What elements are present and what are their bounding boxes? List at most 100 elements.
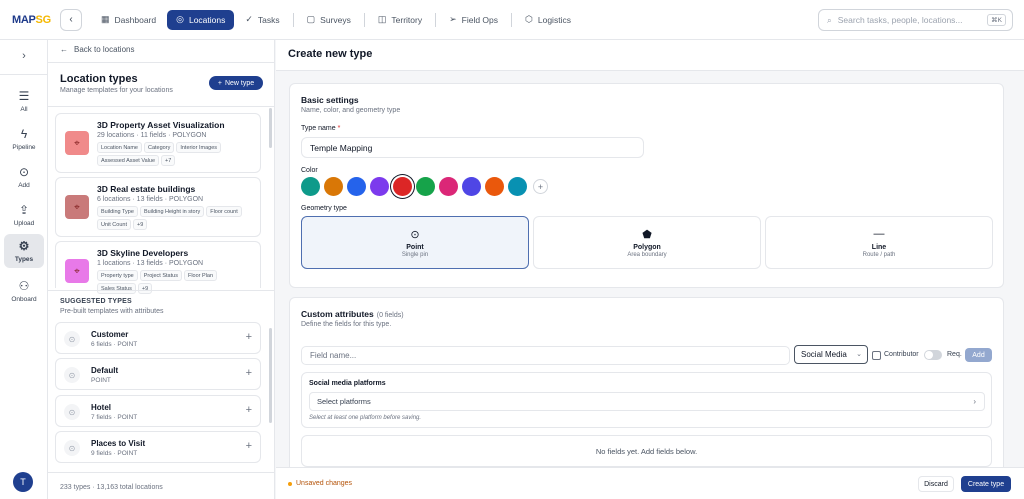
new-type-button[interactable]: + New type bbox=[209, 76, 263, 90]
suggested-types-heading: SUGGESTED TYPES bbox=[60, 298, 132, 305]
app-logo[interactable]: MAPSG bbox=[12, 14, 51, 26]
suggested-type-item[interactable]: ⊙ Default POINT + bbox=[55, 358, 261, 390]
contributor-checkbox[interactable] bbox=[872, 351, 881, 360]
location-pin-icon: ⊙ bbox=[64, 404, 80, 420]
suggested-type-item[interactable]: ⊙ Hotel 7 fields · POINT + bbox=[55, 395, 261, 427]
suggested-type-meta: 9 fields · POINT bbox=[91, 450, 138, 457]
field-type-select[interactable]: Social Media ⌄ bbox=[794, 345, 868, 364]
plus-icon: + bbox=[537, 181, 544, 192]
expand-rail-button[interactable]: › bbox=[12, 50, 36, 66]
add-suggested-type-button[interactable]: + bbox=[246, 440, 252, 452]
attribute-tag: Floor Plan bbox=[183, 270, 218, 281]
suggested-type-item[interactable]: ⊙ Customer 6 fields · POINT + bbox=[55, 322, 261, 354]
section-subtitle: Define the fields for this type. bbox=[301, 321, 392, 328]
map-icon: ◫ bbox=[377, 14, 387, 24]
color-swatch[interactable] bbox=[462, 177, 481, 196]
user-avatar[interactable]: T bbox=[13, 472, 33, 492]
divider bbox=[48, 472, 275, 473]
type-name-input[interactable]: Temple Mapping bbox=[301, 137, 644, 158]
geometry-option-line[interactable]: — Line Route / path bbox=[765, 216, 993, 269]
type-card[interactable]: ⌖ 3D Real estate buildings 6 locations ·… bbox=[55, 177, 261, 237]
pin-icon: ⊙ bbox=[18, 165, 30, 179]
send-icon: ➢ bbox=[449, 14, 457, 24]
add-color-button[interactable]: + bbox=[533, 179, 548, 194]
add-suggested-type-button[interactable]: + bbox=[246, 404, 252, 416]
geometry-option-point[interactable]: ⊙ Point Single pin bbox=[301, 216, 529, 269]
attribute-tag: Building Type bbox=[97, 206, 138, 217]
nav-surveys[interactable]: ▢ Surveys bbox=[298, 10, 360, 30]
rail-item-types[interactable]: ⚙ Types bbox=[4, 234, 44, 268]
rail-item-upload[interactable]: ⇪ Upload bbox=[4, 198, 44, 232]
type-thumbnail: ⌖ bbox=[65, 259, 89, 283]
social-media-platforms-box: Social media platforms Select platforms ›… bbox=[301, 372, 992, 428]
users-icon: ⚇ bbox=[18, 279, 30, 293]
location-pin-icon: ⊙ bbox=[64, 331, 80, 347]
geometry-option-polygon[interactable]: ⬟ Polygon Area boundary bbox=[533, 216, 761, 269]
location-pin-icon: ⊙ bbox=[410, 228, 420, 241]
plus-icon: + bbox=[245, 440, 252, 452]
main-header: Create new type bbox=[276, 40, 1024, 71]
color-swatch[interactable] bbox=[508, 177, 527, 196]
type-card[interactable]: ⌖ 3D Skyline Developers 1 locations · 13… bbox=[55, 241, 261, 294]
platforms-title: Social media platforms bbox=[309, 380, 386, 387]
attribute-tag: Building Height in story bbox=[139, 206, 205, 217]
color-swatch[interactable] bbox=[439, 177, 458, 196]
back-to-locations-link[interactable]: ← Back to locations bbox=[60, 45, 134, 54]
divider bbox=[48, 62, 275, 63]
add-suggested-type-button[interactable]: + bbox=[246, 331, 252, 343]
rail-item-pipeline[interactable]: ϟ Pipeline bbox=[4, 122, 44, 156]
lightning-icon: ϟ bbox=[20, 127, 28, 141]
color-label: Color bbox=[301, 167, 318, 174]
check-icon: ✓ bbox=[245, 14, 253, 24]
color-picker: + bbox=[301, 177, 548, 196]
nav-field-ops[interactable]: ➢ Field Ops bbox=[440, 10, 507, 30]
color-swatch[interactable] bbox=[301, 177, 320, 196]
type-tags: Building Type Building Height in story F… bbox=[97, 206, 257, 230]
type-name: 3D Property Asset Visualization bbox=[97, 120, 225, 130]
map-pin-icon: ⌖ bbox=[74, 265, 80, 277]
more-tags-badge: +9 bbox=[133, 219, 148, 230]
create-type-button[interactable]: Create type bbox=[961, 476, 1011, 492]
color-swatch[interactable] bbox=[416, 177, 435, 196]
form-footer: Unsaved changes Discard Create type bbox=[276, 467, 1024, 499]
suggested-scrollbar[interactable] bbox=[269, 328, 272, 423]
discard-button[interactable]: Discard bbox=[918, 476, 954, 492]
suggested-type-item[interactable]: ⊙ Places to Visit 9 fields · POINT + bbox=[55, 431, 261, 463]
status-dot bbox=[288, 481, 292, 486]
attribute-tag: Location Name bbox=[97, 142, 142, 153]
rail-item-add[interactable]: ⊙ Add bbox=[4, 160, 44, 194]
type-card[interactable]: ⌖ 3D Property Asset Visualization 29 loc… bbox=[55, 113, 261, 173]
color-swatch[interactable] bbox=[347, 177, 366, 196]
nav-dashboard[interactable]: ▦ Dashboard bbox=[92, 10, 165, 30]
nav-tasks[interactable]: ✓ Tasks bbox=[236, 10, 288, 30]
rail-item-onboard[interactable]: ⚇ Onboard bbox=[4, 274, 44, 308]
add-field-button[interactable]: Add bbox=[965, 348, 992, 362]
nav-logistics[interactable]: ⬡ Logistics bbox=[516, 10, 580, 30]
list-icon: ☰ bbox=[18, 89, 30, 103]
color-swatch[interactable] bbox=[324, 177, 343, 196]
field-name-input[interactable]: Field name... bbox=[301, 346, 790, 365]
required-label: Req. bbox=[947, 351, 962, 358]
add-suggested-type-button[interactable]: + bbox=[246, 367, 252, 379]
nav-locations[interactable]: ◎ Locations bbox=[167, 9, 235, 30]
required-toggle[interactable] bbox=[924, 350, 942, 360]
color-swatch[interactable] bbox=[485, 177, 504, 196]
line-icon: — bbox=[873, 227, 885, 240]
types-scrollbar[interactable] bbox=[269, 108, 272, 148]
more-tags-badge: +9 bbox=[137, 283, 153, 294]
chevron-left-icon: ‹ bbox=[69, 14, 73, 25]
color-swatch[interactable] bbox=[393, 177, 412, 196]
type-tags: Location Name Category Interior Images A… bbox=[97, 142, 257, 166]
map-pin-icon: ⌖ bbox=[74, 137, 80, 149]
more-tags-badge: +7 bbox=[161, 155, 176, 166]
platforms-select[interactable]: Select platforms › bbox=[309, 392, 985, 411]
attribute-tag: Project Status bbox=[139, 270, 182, 281]
section-title: Basic settings bbox=[301, 95, 359, 105]
global-search-input[interactable]: ⌕ Search tasks, people, locations... ⌘K bbox=[818, 9, 1013, 31]
nav-territory[interactable]: ◫ Territory bbox=[369, 10, 431, 30]
rail-item-all[interactable]: ☰ All bbox=[4, 84, 44, 118]
back-button[interactable]: ‹ bbox=[60, 8, 82, 31]
color-swatch[interactable] bbox=[370, 177, 389, 196]
location-pin-icon: ⊙ bbox=[64, 440, 80, 456]
attribute-tag: Category bbox=[144, 142, 175, 153]
